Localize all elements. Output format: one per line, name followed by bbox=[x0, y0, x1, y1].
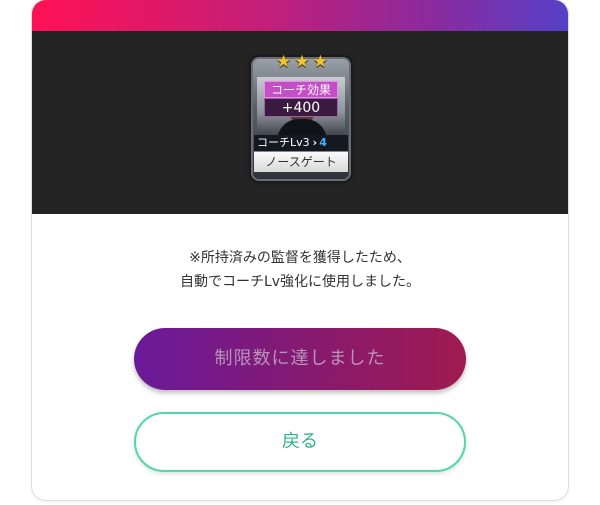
star-rating: ★ ★ ★ bbox=[276, 53, 328, 71]
dialog-header-bar bbox=[32, 0, 568, 31]
chevron-right-icon: › bbox=[312, 136, 318, 149]
message-line-1: ※所持済みの監督を獲得したため、 bbox=[189, 250, 411, 266]
star-icon: ★ bbox=[276, 52, 292, 72]
limit-reached-button[interactable]: 制限数に達しました bbox=[134, 328, 466, 390]
coach-effect-label: コーチ効果 bbox=[264, 81, 338, 98]
card-banner: ★ ★ ★ コーチ効果 +400 コーチLv3 › 4 ノースゲート bbox=[32, 31, 568, 214]
player-name: ノースゲート bbox=[254, 151, 348, 172]
message-line-2: 自動でコーチLv強化に使用しました。 bbox=[179, 274, 421, 290]
star-icon: ★ bbox=[312, 52, 328, 72]
coach-level-row: コーチLv3 › 4 bbox=[254, 135, 348, 151]
coach-effect-value: +400 bbox=[264, 98, 338, 117]
coach-level-next: 4 bbox=[319, 136, 327, 149]
dialog: ★ ★ ★ コーチ効果 +400 コーチLv3 › 4 ノースゲート ※所持済み… bbox=[32, 0, 568, 500]
back-button[interactable]: 戻る bbox=[134, 412, 466, 472]
coach-level-current: コーチLv3 bbox=[257, 136, 310, 149]
result-message: ※所持済みの監督を獲得したため、 自動でコーチLv強化に使用しました。 bbox=[32, 246, 568, 294]
star-icon: ★ bbox=[294, 52, 310, 72]
